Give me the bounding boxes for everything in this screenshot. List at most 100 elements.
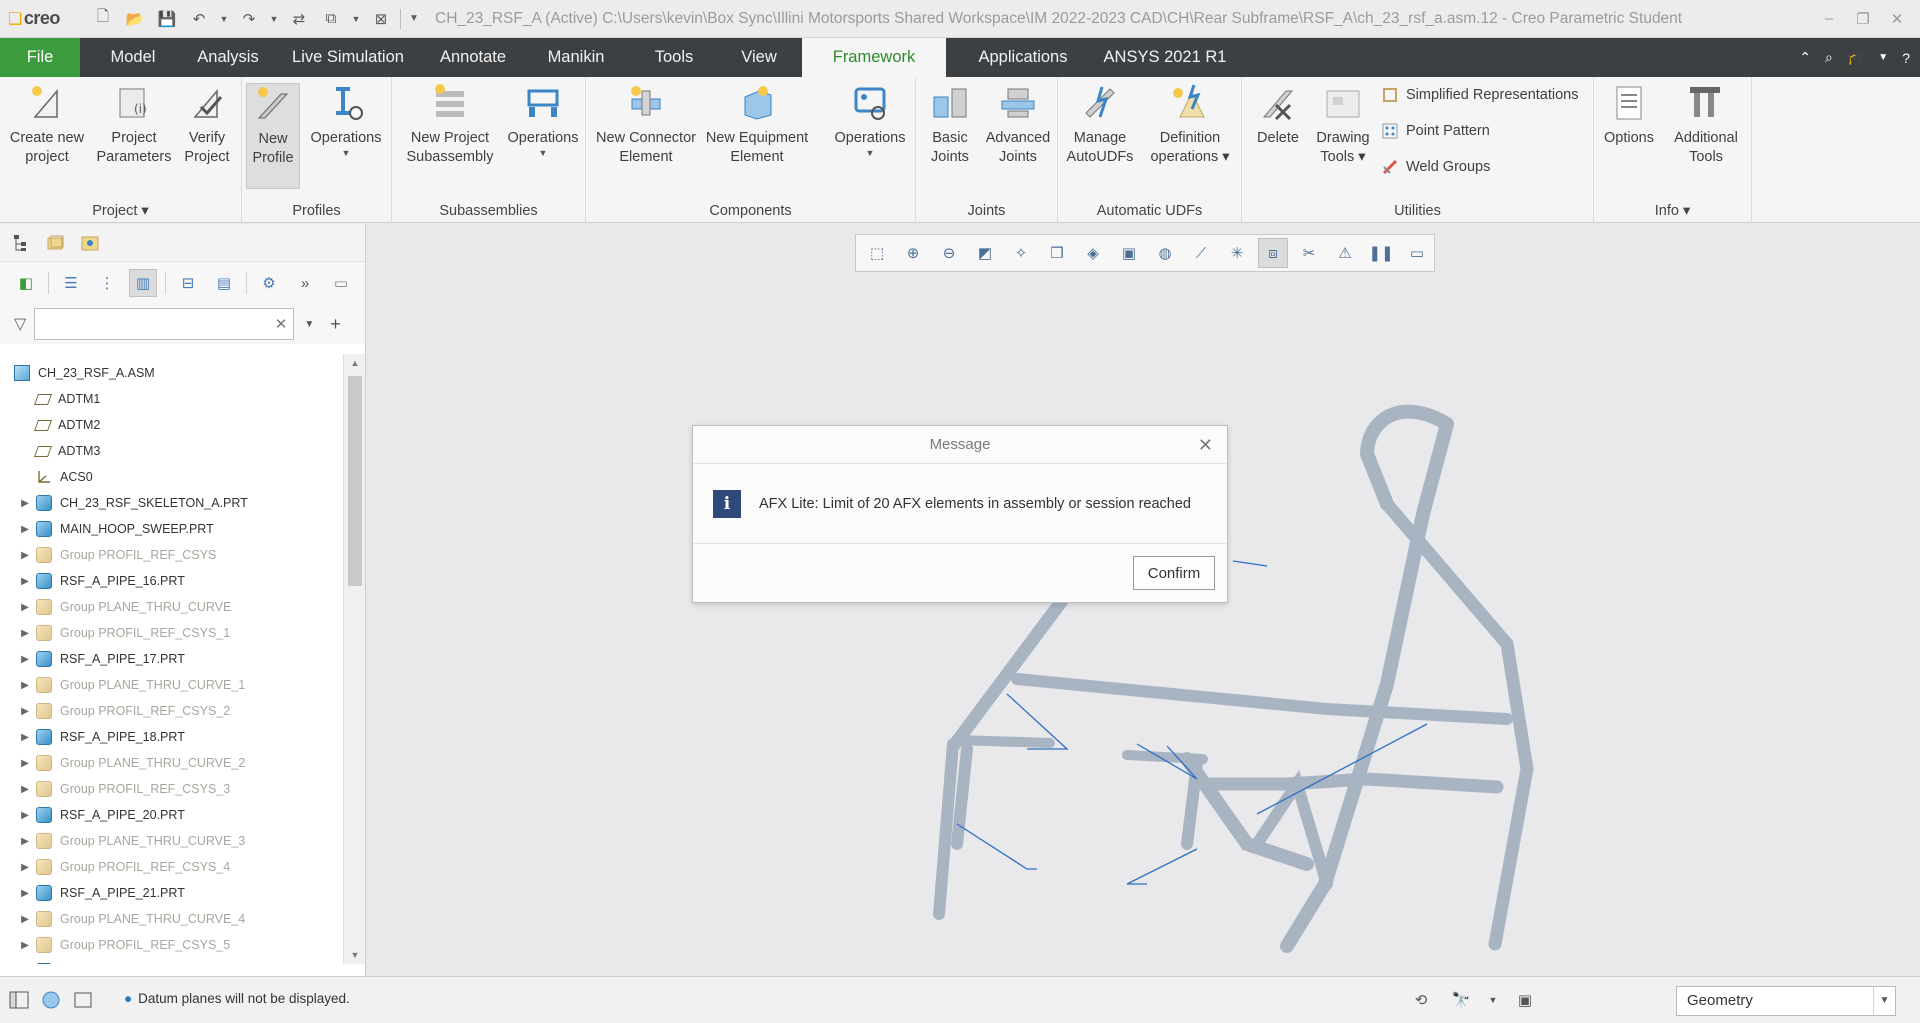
- expand-arrow-icon[interactable]: ▶: [14, 498, 36, 509]
- new-profile-button[interactable]: New Profile: [246, 83, 300, 189]
- tree-settings-icon[interactable]: ▤: [210, 269, 238, 297]
- tree-scrollbar[interactable]: ▲ ▼: [343, 354, 365, 964]
- weld-groups-button[interactable]: Weld Groups: [1382, 159, 1490, 175]
- subassemblies-operations-button[interactable]: Operations ▼: [504, 83, 582, 158]
- tab-framework[interactable]: Framework: [802, 38, 946, 77]
- tree-item[interactable]: ACS0: [0, 464, 340, 490]
- new-file-icon[interactable]: 🗋: [90, 6, 116, 32]
- tree-filter-icon[interactable]: ⊟: [174, 269, 202, 297]
- tree-root[interactable]: CH_23_RSF_A.ASM: [0, 360, 340, 386]
- scrollbar-thumb[interactable]: [348, 376, 362, 586]
- tree-item[interactable]: ▶ RSF_A_PIPE_16.PRT: [0, 568, 340, 594]
- drawing-tools-button[interactable]: Drawing Tools ▾: [1312, 83, 1374, 167]
- tree-item[interactable]: ▶ Group PLANE_THRU_CURVE_3: [0, 828, 340, 854]
- learning-icon[interactable]: 🎓: [1847, 49, 1864, 66]
- advanced-joints-button[interactable]: Advanced Joints: [982, 83, 1054, 167]
- manage-autoudfs-button[interactable]: Manage AutoUDFs: [1062, 83, 1138, 167]
- simplified-representations-button[interactable]: Simplified Representations: [1382, 87, 1578, 103]
- expand-arrow-icon[interactable]: ▶: [14, 706, 36, 717]
- confirm-button[interactable]: Confirm: [1133, 556, 1215, 590]
- expand-arrow-icon[interactable]: ▶: [14, 732, 36, 743]
- basic-joints-button[interactable]: Basic Joints: [922, 83, 978, 167]
- tab-ansys[interactable]: ANSYS 2021 R1: [1100, 38, 1230, 77]
- save-icon[interactable]: 💾: [154, 6, 180, 32]
- scroll-up-icon[interactable]: ▲: [344, 358, 366, 368]
- expand-arrow-icon[interactable]: ▶: [14, 550, 36, 561]
- redo-icon[interactable]: ↷: [236, 6, 262, 32]
- additional-tools-button[interactable]: Additional Tools: [1664, 83, 1748, 167]
- tree-item[interactable]: ▶ Group PROFIL_REF_CSYS: [0, 542, 340, 568]
- delete-button[interactable]: Delete: [1248, 83, 1308, 148]
- expand-arrow-icon[interactable]: ▶: [14, 758, 36, 769]
- selection-filter[interactable]: Geometry ▼: [1676, 986, 1896, 1016]
- windows-dropdown-icon[interactable]: ▼: [350, 6, 362, 32]
- filter-icon[interactable]: ▽: [14, 314, 26, 334]
- expand-arrow-icon[interactable]: ▶: [14, 602, 36, 613]
- selection-buffer-icon[interactable]: ▣: [1512, 987, 1538, 1013]
- undo-icon[interactable]: ↶: [186, 6, 212, 32]
- tree-item[interactable]: ▶ Group PLANE_THRU_CURVE_1: [0, 672, 340, 698]
- close-icon[interactable]: ✕: [1198, 426, 1213, 464]
- group-label-project[interactable]: Project ▾: [0, 203, 241, 219]
- tree-item[interactable]: ▶ RSF_A_PIPE_21.PRT: [0, 880, 340, 906]
- tree-item[interactable]: ADTM3: [0, 438, 340, 464]
- tree-item[interactable]: ▶ RSF_A_PIPE_20.PRT: [0, 802, 340, 828]
- tree-item[interactable]: ▶RSF_A_PIPE_22.PRT: [0, 958, 340, 964]
- tree-item[interactable]: ▶ MAIN_HOOP_SWEEP.PRT: [0, 516, 340, 542]
- tab-live-simulation[interactable]: Live Simulation: [270, 38, 426, 77]
- close-icon[interactable]: ✕: [1880, 10, 1914, 28]
- tab-annotate[interactable]: Annotate: [426, 38, 520, 77]
- tree-item[interactable]: ▶ Group PROFIL_REF_CSYS_1: [0, 620, 340, 646]
- components-operations-button[interactable]: Operations ▼: [830, 83, 910, 158]
- favorites-tab-icon[interactable]: [80, 233, 100, 253]
- windows-icon[interactable]: ⧉: [318, 6, 344, 32]
- tree-item[interactable]: ▶ Group PROFIL_REF_CSYS_4: [0, 854, 340, 880]
- tree-columns-icon[interactable]: ▥: [129, 269, 157, 297]
- expand-arrow-icon[interactable]: ▶: [14, 524, 36, 535]
- verify-project-button[interactable]: Verify Project: [178, 83, 236, 167]
- tree-item[interactable]: ▶ Group PROFIL_REF_CSYS_3: [0, 776, 340, 802]
- chevron-down-icon[interactable]: ▼: [1873, 987, 1895, 1015]
- tab-applications[interactable]: Applications: [946, 38, 1100, 77]
- add-filter-icon[interactable]: +: [330, 314, 341, 335]
- options-button[interactable]: Options: [1598, 83, 1660, 148]
- new-equipment-element-button[interactable]: New Equipment Element: [702, 83, 812, 167]
- new-project-subassembly-button[interactable]: New Project Subassembly: [400, 83, 500, 167]
- new-connector-element-button[interactable]: New Connector Element: [594, 83, 698, 167]
- tree-list-icon[interactable]: ☰: [57, 269, 85, 297]
- open-folder-icon[interactable]: 📂: [122, 6, 148, 32]
- tree-item[interactable]: ▶ CH_23_RSF_SKELETON_A.PRT: [0, 490, 340, 516]
- expand-arrow-icon[interactable]: ▶: [14, 810, 36, 821]
- show-layers-icon[interactable]: ◧: [12, 269, 40, 297]
- find-dropdown-icon[interactable]: ▼: [1488, 987, 1498, 1013]
- definition-operations-button[interactable]: Definition operations ▾: [1142, 83, 1238, 167]
- full-screen-icon[interactable]: [72, 989, 94, 1011]
- tree-item[interactable]: ▶ Group PROFIL_REF_CSYS_2: [0, 698, 340, 724]
- command-search-icon[interactable]: ⌕: [1825, 49, 1833, 66]
- project-parameters-button[interactable]: (i) Project Parameters: [94, 83, 174, 167]
- group-label-info[interactable]: Info ▾: [1594, 203, 1751, 219]
- tab-model[interactable]: Model: [80, 38, 186, 77]
- scroll-down-icon[interactable]: ▼: [344, 950, 366, 960]
- expand-arrow-icon[interactable]: ▶: [14, 888, 36, 899]
- notes-icon[interactable]: ▭: [327, 269, 355, 297]
- expand-arrow-icon[interactable]: ▶: [14, 784, 36, 795]
- expand-arrow-icon[interactable]: ▶: [14, 654, 36, 665]
- profiles-operations-button[interactable]: Operations ▼: [306, 83, 386, 158]
- help-dropdown-icon[interactable]: ▼: [1878, 52, 1888, 63]
- model-tree-tab-icon[interactable]: [12, 233, 32, 253]
- search-dropdown-icon[interactable]: ▼: [304, 319, 314, 330]
- help-icon[interactable]: ?: [1902, 50, 1910, 66]
- tree-item[interactable]: ▶ RSF_A_PIPE_17.PRT: [0, 646, 340, 672]
- tree-item[interactable]: ADTM1: [0, 386, 340, 412]
- redo-dropdown-icon[interactable]: ▼: [268, 6, 280, 32]
- tab-analysis[interactable]: Analysis: [186, 38, 270, 77]
- tab-tools[interactable]: Tools: [632, 38, 716, 77]
- more-icon[interactable]: »: [291, 269, 319, 297]
- expand-arrow-icon[interactable]: ▶: [14, 940, 36, 951]
- maximize-icon[interactable]: ❐: [1846, 10, 1880, 28]
- tree-search-input[interactable]: ✕: [34, 308, 295, 340]
- expand-arrow-icon[interactable]: ▶: [14, 576, 36, 587]
- tree-item[interactable]: ▶ Group PLANE_THRU_CURVE_4: [0, 906, 340, 932]
- expand-arrow-icon[interactable]: ▶: [14, 680, 36, 691]
